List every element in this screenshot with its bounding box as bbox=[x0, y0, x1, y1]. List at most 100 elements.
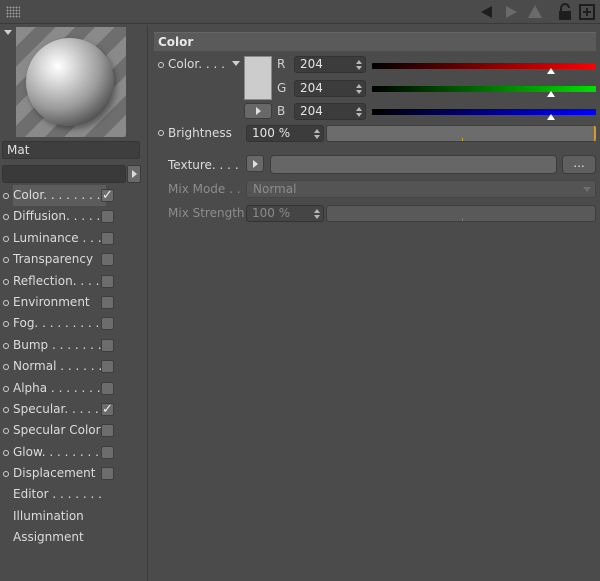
brightness-slider[interactable] bbox=[326, 125, 596, 142]
channel-checkbox[interactable] bbox=[101, 295, 114, 309]
animation-dot-icon[interactable] bbox=[3, 428, 9, 435]
brightness-label: Brightness bbox=[168, 126, 232, 140]
channel-item[interactable]: Assignment bbox=[0, 527, 148, 548]
channel-item[interactable]: Editor . . . . . . . bbox=[0, 484, 148, 505]
channel-checkbox[interactable] bbox=[101, 317, 114, 331]
mix-mode-dropdown[interactable]: Normal bbox=[246, 180, 596, 198]
r-label: R bbox=[277, 57, 286, 71]
texture-field[interactable] bbox=[270, 155, 557, 174]
channel-item[interactable]: Displacement bbox=[0, 463, 148, 484]
animation-dot-icon[interactable] bbox=[158, 62, 164, 68]
channel-item[interactable]: Glow. . . . . . . . bbox=[0, 442, 148, 463]
material-channel-panel: Mat Color. . . . . . . . ✓ Diffusion. . . … bbox=[0, 25, 148, 581]
channel-checkbox[interactable] bbox=[101, 231, 114, 245]
channel-item[interactable]: Bump . . . . . . . bbox=[0, 335, 148, 356]
g-label: G bbox=[277, 81, 287, 95]
channel-checkbox[interactable] bbox=[101, 381, 114, 395]
channel-label: Luminance . . . bbox=[13, 230, 102, 245]
g-spinner-icon[interactable] bbox=[356, 84, 362, 94]
material-link-field[interactable] bbox=[2, 165, 126, 183]
channel-item[interactable]: Luminance . . . bbox=[0, 228, 148, 249]
up-arrow-icon[interactable] bbox=[526, 3, 544, 21]
channel-checkbox[interactable] bbox=[101, 253, 114, 267]
animation-dot-icon[interactable] bbox=[3, 364, 9, 371]
channel-item[interactable]: Environment bbox=[0, 292, 148, 313]
channel-item[interactable]: Normal . . . . . . bbox=[0, 356, 148, 377]
channel-label: Reflection. . . . bbox=[13, 273, 100, 288]
mix-strength-value: 100 % bbox=[252, 206, 291, 220]
channel-checkbox[interactable]: ✓ bbox=[101, 402, 114, 416]
animation-dot-icon[interactable] bbox=[158, 130, 164, 136]
mix-strength-spinner-icon[interactable] bbox=[314, 209, 320, 219]
channel-checkbox[interactable] bbox=[101, 360, 114, 374]
channel-checkbox[interactable] bbox=[101, 338, 114, 352]
channel-label: Fog. . . . . . . . . bbox=[13, 316, 100, 331]
channel-checkbox[interactable]: ✓ bbox=[101, 189, 114, 202]
b-slider-thumb[interactable] bbox=[547, 114, 556, 120]
channel-item[interactable]: Illumination bbox=[0, 506, 148, 527]
texture-menu-button[interactable] bbox=[246, 155, 264, 172]
channel-checkbox[interactable] bbox=[101, 445, 114, 459]
r-slider-thumb[interactable] bbox=[547, 68, 556, 74]
channel-item[interactable]: Specular. . . . . ✓ bbox=[0, 399, 148, 420]
animation-dot-icon[interactable] bbox=[3, 406, 9, 413]
b-value-input[interactable]: 204 bbox=[294, 103, 366, 120]
animation-dot-icon[interactable] bbox=[3, 235, 9, 242]
animation-dot-icon[interactable] bbox=[3, 449, 9, 456]
channel-checkbox[interactable] bbox=[101, 467, 114, 481]
material-link-button[interactable] bbox=[127, 165, 141, 183]
channel-item[interactable]: Transparency bbox=[0, 249, 148, 270]
section-title: Color bbox=[154, 32, 596, 51]
r-slider[interactable] bbox=[372, 63, 596, 69]
channel-checkbox[interactable] bbox=[101, 274, 114, 288]
b-value: 204 bbox=[300, 104, 323, 118]
b-slider[interactable] bbox=[372, 109, 596, 115]
texture-browse-button[interactable]: ... bbox=[562, 155, 596, 174]
slider-tick bbox=[462, 138, 463, 141]
channel-item[interactable]: Fog. . . . . . . . . bbox=[0, 313, 148, 334]
r-spinner-icon[interactable] bbox=[356, 60, 362, 70]
animation-dot-icon[interactable] bbox=[3, 257, 9, 264]
brightness-spinner-icon[interactable] bbox=[314, 129, 320, 139]
forward-arrow-icon[interactable] bbox=[502, 3, 520, 21]
channel-label: Alpha . . . . . . . bbox=[13, 380, 101, 395]
material-preview[interactable] bbox=[16, 27, 126, 137]
animation-dot-icon[interactable] bbox=[3, 342, 9, 349]
brightness-value: 100 % bbox=[252, 126, 291, 140]
animation-dot-icon[interactable] bbox=[3, 299, 9, 306]
animation-dot-icon[interactable] bbox=[3, 471, 9, 478]
channel-item[interactable]: Alpha . . . . . . . bbox=[0, 378, 148, 399]
mix-strength-slider[interactable] bbox=[326, 205, 596, 222]
material-name-field[interactable]: Mat bbox=[2, 141, 140, 159]
panel-grip-icon[interactable] bbox=[6, 6, 20, 18]
mix-strength-input[interactable]: 100 % bbox=[246, 205, 324, 222]
channel-item[interactable]: Color. . . . . . . . ✓ bbox=[0, 185, 148, 206]
channel-item[interactable]: Specular Color bbox=[0, 420, 148, 441]
channel-label: Specular Color bbox=[13, 423, 101, 438]
channel-list: Color. . . . . . . . ✓ Diffusion. . . . . L… bbox=[0, 185, 148, 549]
channel-item[interactable]: Reflection. . . . bbox=[0, 271, 148, 292]
channel-item[interactable]: Diffusion. . . . . bbox=[0, 206, 148, 227]
animation-dot-icon[interactable] bbox=[3, 193, 9, 199]
color-swatch[interactable] bbox=[244, 56, 272, 100]
color-mode-button[interactable] bbox=[244, 103, 272, 119]
animation-dot-icon[interactable] bbox=[3, 321, 9, 328]
lock-icon[interactable] bbox=[556, 3, 574, 21]
channel-checkbox[interactable] bbox=[101, 424, 114, 438]
new-panel-icon[interactable] bbox=[578, 3, 596, 21]
r-value-input[interactable]: 204 bbox=[294, 56, 366, 73]
channel-checkbox[interactable] bbox=[101, 210, 114, 224]
animation-dot-icon[interactable] bbox=[3, 214, 9, 221]
preview-menu-arrow-icon[interactable] bbox=[4, 30, 12, 35]
brightness-input[interactable]: 100 % bbox=[246, 125, 324, 142]
channel-label: Assignment bbox=[13, 530, 84, 545]
g-value-input[interactable]: 204 bbox=[294, 80, 366, 97]
back-arrow-icon[interactable] bbox=[478, 3, 496, 21]
g-slider-thumb[interactable] bbox=[547, 91, 556, 97]
animation-dot-icon[interactable] bbox=[3, 385, 9, 392]
animation-dot-icon[interactable] bbox=[3, 278, 9, 285]
g-slider[interactable] bbox=[372, 86, 596, 92]
channel-label: Specular. . . . . bbox=[13, 401, 99, 416]
b-spinner-icon[interactable] bbox=[356, 107, 362, 117]
swatch-menu-arrow-icon[interactable] bbox=[232, 61, 240, 66]
